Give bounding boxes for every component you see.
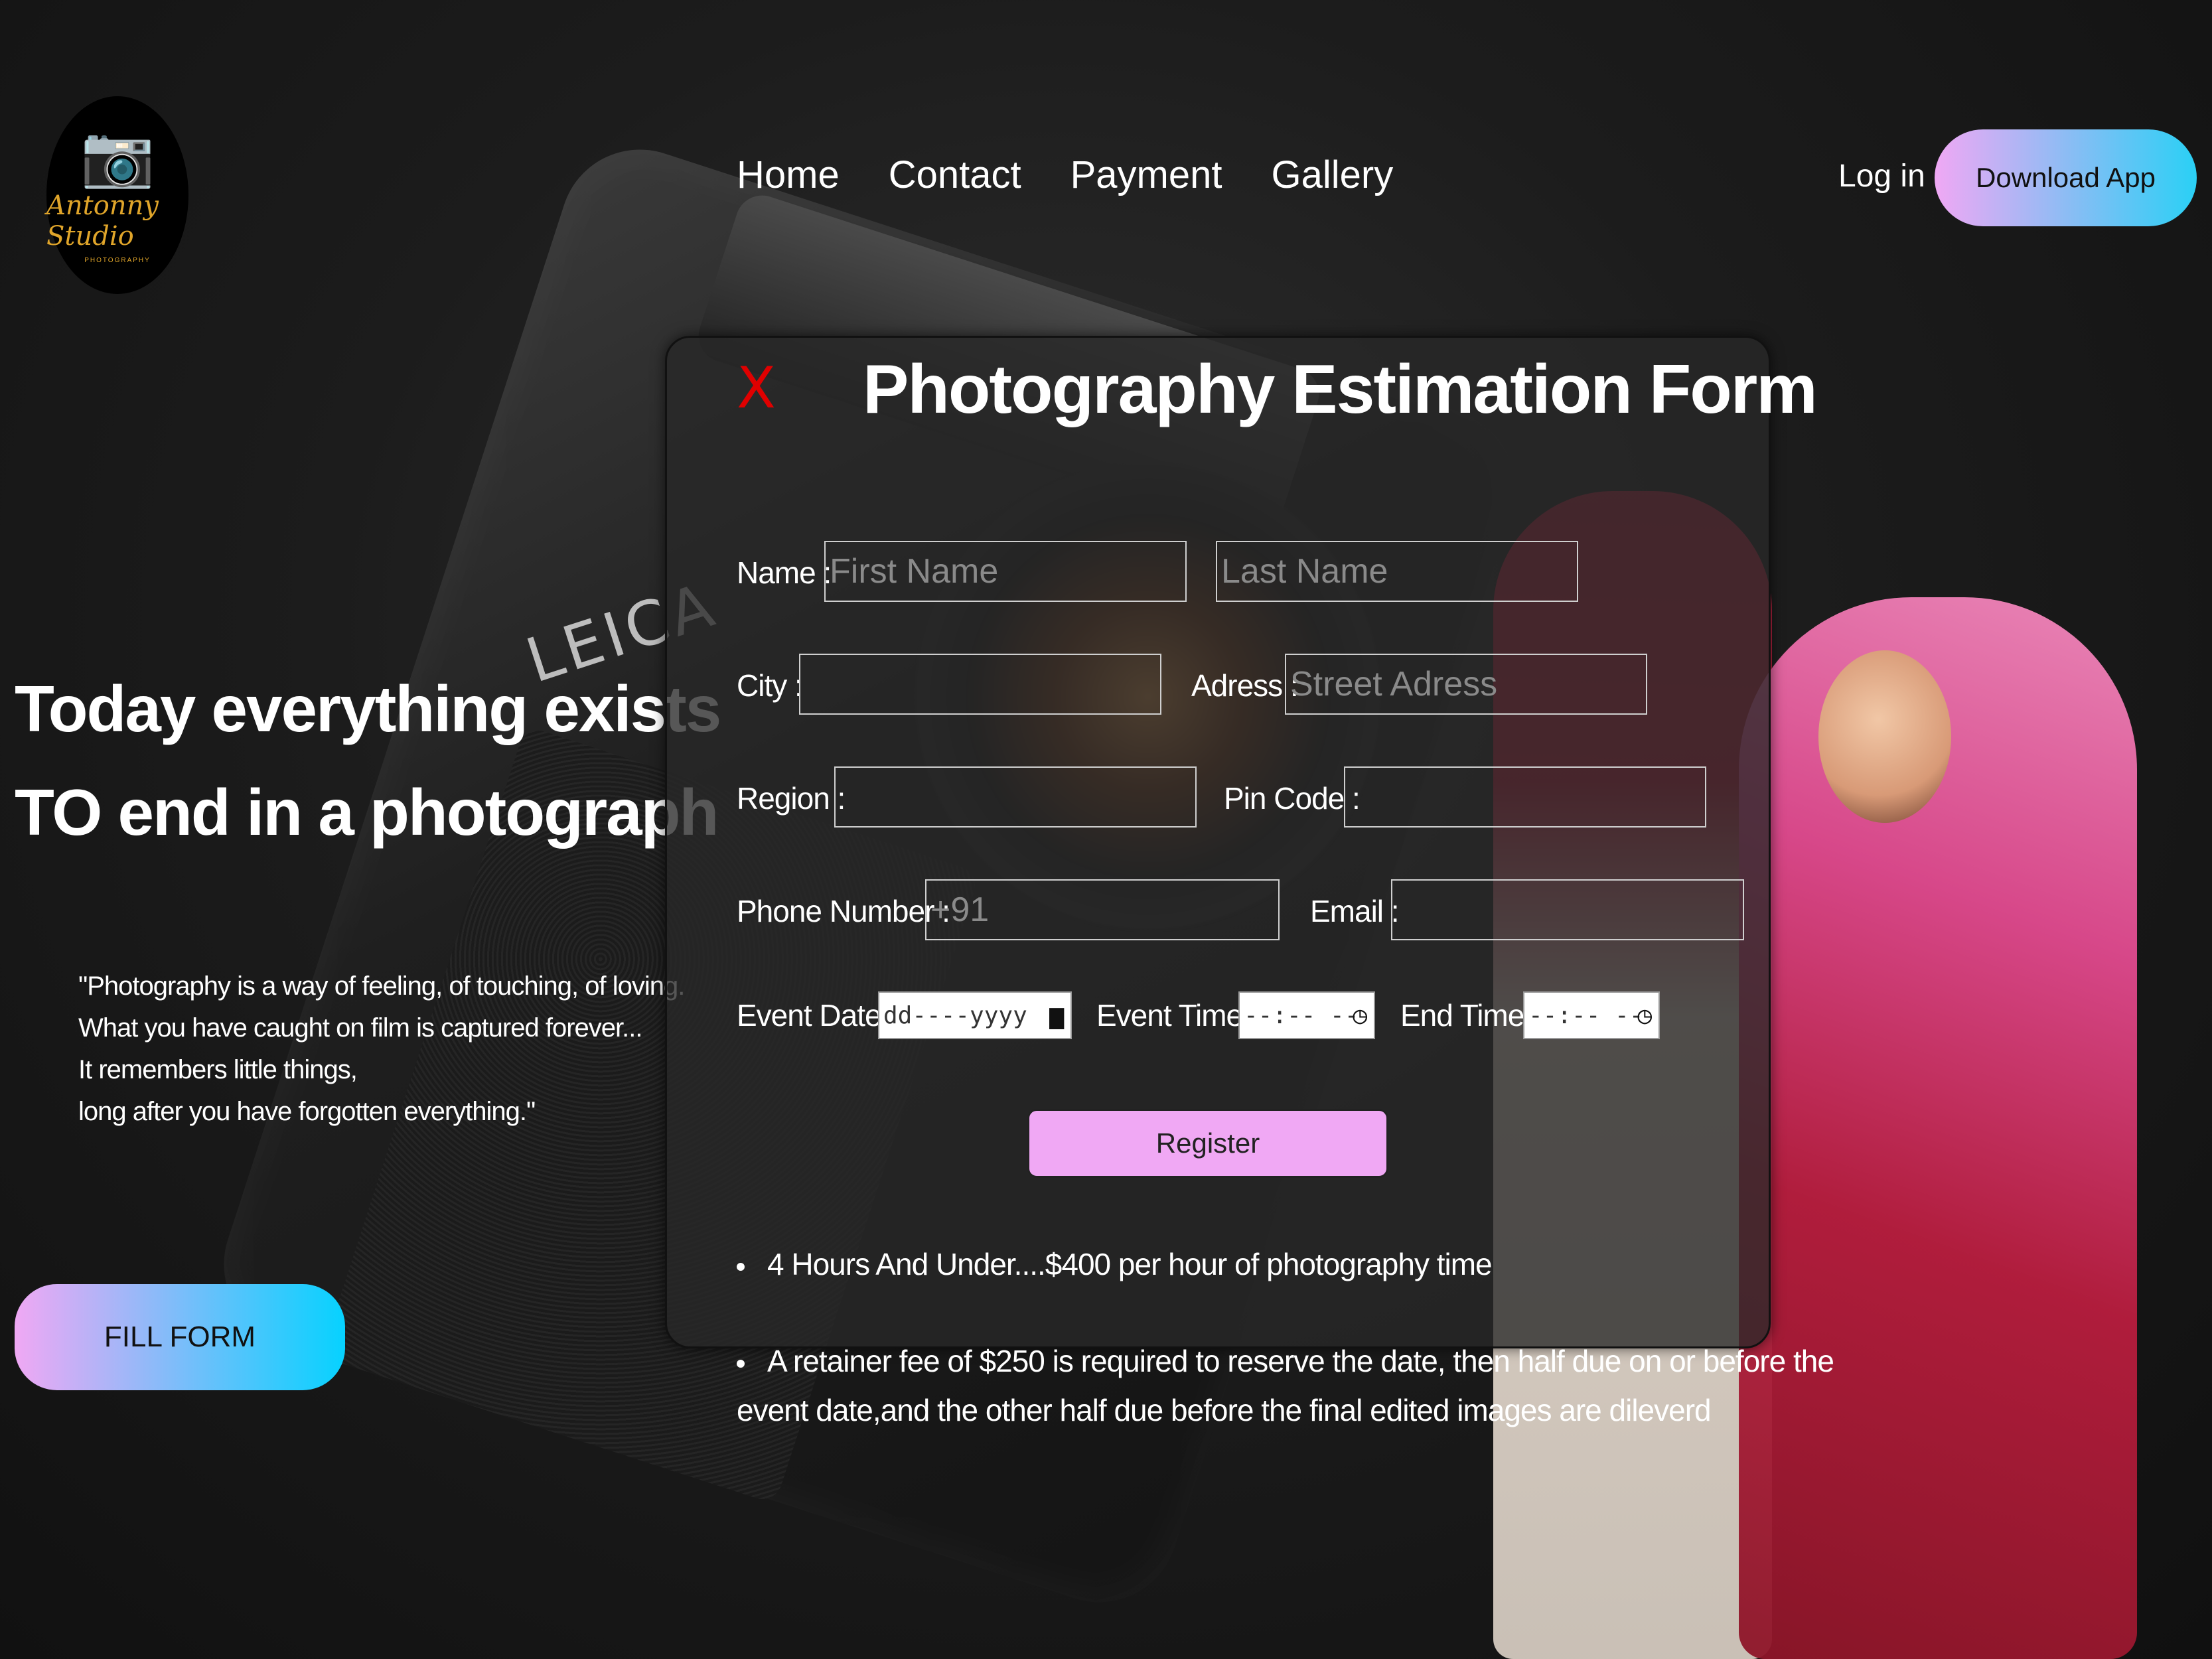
camera-hands-icon: 📷 xyxy=(80,123,155,190)
quote-line: It remembers little things, xyxy=(78,1055,358,1084)
background-bride-face xyxy=(1818,650,1951,823)
fill-form-button[interactable]: FILL FORM xyxy=(15,1284,345,1390)
event-date-value: dd----yyyy xyxy=(883,1001,1027,1029)
login-link[interactable]: Log in xyxy=(1838,158,1925,194)
download-app-button[interactable]: Download App xyxy=(1935,129,2197,226)
logo-name: Antonny Studio xyxy=(46,190,159,252)
retainer-note-line1: A retainer fee of $250 is required to re… xyxy=(767,1344,1834,1378)
close-icon[interactable]: X xyxy=(737,355,776,421)
name-label: Name : xyxy=(737,555,832,590)
last-name-input[interactable] xyxy=(1216,541,1578,602)
pricing-note-text: 4 Hours And Under....$400 per hour of ph… xyxy=(767,1247,1493,1281)
event-date-label: Event Date : xyxy=(737,998,897,1033)
calendar-icon[interactable]: ▆ xyxy=(1049,1002,1064,1029)
clock-icon[interactable]: ◷ xyxy=(1637,1002,1652,1029)
pin-code-label: Pin Code : xyxy=(1224,781,1361,816)
address-label: Adress : xyxy=(1191,668,1299,703)
quote-line: "Photography is a way of feeling, of tou… xyxy=(78,972,685,1001)
city-label: City : xyxy=(737,668,803,703)
event-time-value: --:-- -- xyxy=(1244,1001,1359,1029)
email-label: Email : xyxy=(1310,894,1400,928)
nav-payment[interactable]: Payment xyxy=(1070,153,1222,197)
event-date-input[interactable]: dd----yyyy ▆ xyxy=(878,991,1072,1039)
nav-home[interactable]: Home xyxy=(737,153,840,197)
end-time-value: --:-- -- xyxy=(1528,1001,1644,1029)
brand-logo[interactable]: 📷 Antonny Studio PHOTOGRAPHY xyxy=(46,96,188,294)
city-input[interactable] xyxy=(799,654,1161,715)
end-time-label: End Time : xyxy=(1400,998,1540,1033)
address-input[interactable] xyxy=(1285,654,1647,715)
event-time-input[interactable]: --:-- -- ◷ xyxy=(1238,991,1375,1039)
hero-quote: "Photography is a way of feeling, of tou… xyxy=(78,966,685,1133)
quote-line: What you have caught on film is captured… xyxy=(78,1013,642,1043)
end-time-input[interactable]: --:-- -- ◷ xyxy=(1523,991,1660,1039)
region-label: Region : xyxy=(737,781,846,816)
form-title: Photography Estimation Form xyxy=(863,351,1818,428)
phone-label: Phone Number : xyxy=(737,894,950,928)
estimation-form-modal xyxy=(665,336,1771,1348)
pricing-note: 4 Hours And Under....$400 per hour of ph… xyxy=(737,1240,1493,1289)
retainer-note: A retainer fee of $250 is required to re… xyxy=(737,1336,1834,1435)
email-input[interactable] xyxy=(1391,879,1744,940)
region-input[interactable] xyxy=(834,766,1197,828)
bullet-dot xyxy=(737,1359,745,1368)
logo-subtitle: PHOTOGRAPHY xyxy=(84,256,151,264)
retainer-note-line2: event date,and the other half due before… xyxy=(737,1393,1712,1427)
nav-contact[interactable]: Contact xyxy=(889,153,1021,197)
register-button[interactable]: Register xyxy=(1027,1109,1388,1178)
clock-icon[interactable]: ◷ xyxy=(1353,1002,1367,1029)
event-time-label: Event Time : xyxy=(1096,998,1259,1033)
hero-title: Today everything exists TO end in a phot… xyxy=(15,657,721,864)
hero-title-line1: Today everything exists xyxy=(15,672,721,745)
hero-title-line2: TO end in a photograph xyxy=(15,776,719,849)
nav-gallery[interactable]: Gallery xyxy=(1272,153,1394,197)
pin-code-input[interactable] xyxy=(1344,766,1706,828)
main-nav: Home Contact Payment Gallery xyxy=(737,153,1393,197)
bullet-dot xyxy=(737,1262,745,1271)
quote-line: long after you have forgotten everything… xyxy=(78,1097,536,1126)
phone-input[interactable] xyxy=(925,879,1280,940)
first-name-input[interactable] xyxy=(824,541,1187,602)
